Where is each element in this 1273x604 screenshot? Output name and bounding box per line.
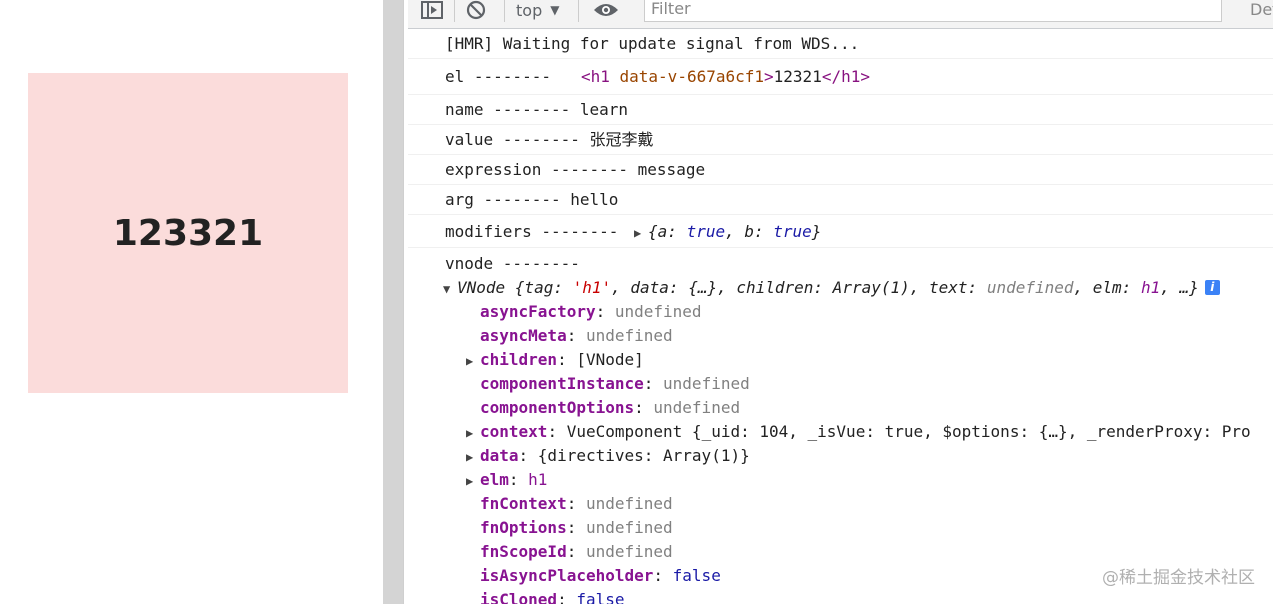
expand-triangle-icon[interactable]: ▶ xyxy=(466,469,480,493)
property-value: h1 xyxy=(528,470,548,489)
property-key: asyncFactory xyxy=(480,302,596,321)
devtools-panel: top ▼ Filter Defa [HMR] Waiting for upda… xyxy=(408,0,1273,604)
property-key: elm xyxy=(480,470,509,489)
property-value: undefined xyxy=(585,494,673,513)
console-toolbar: top ▼ Filter Defa xyxy=(408,0,1273,29)
property-value: VueComponent {_uid: 104, _isVue: true, $… xyxy=(566,422,1251,441)
modifiers-label: modifiers -------- xyxy=(445,222,619,241)
expand-triangle-icon[interactable]: ▶ xyxy=(634,217,648,250)
vnode-message: vnode -------- ▼ VNode {tag: 'h1', data: … xyxy=(408,248,1273,604)
property-key: fnContext xyxy=(480,494,567,513)
property-key: fnOptions xyxy=(480,518,567,537)
watermark: @稀土掘金技术社区 xyxy=(1102,568,1255,588)
console-message: modifiers -------- ▶ {a: true, b: true} xyxy=(408,215,1273,248)
context-selector[interactable]: top ▼ xyxy=(516,0,559,26)
expand-triangle-icon[interactable]: ▶ xyxy=(466,445,480,469)
property-value: undefined xyxy=(585,326,673,345)
property-key: context xyxy=(480,422,548,441)
page-heading: 123321 xyxy=(112,212,264,254)
panel-splitter[interactable] xyxy=(383,0,408,604)
vnode-property: asyncFactory: undefined xyxy=(480,302,702,321)
el-tag-open[interactable]: <h1 xyxy=(581,67,610,86)
clear-console-icon[interactable] xyxy=(464,0,488,26)
property-key: isCloned xyxy=(480,590,558,604)
vnode-property: fnScopeId: undefined xyxy=(480,542,673,561)
property-key: isAsyncPlaceholder xyxy=(480,566,654,585)
console-message: el -------- <h1 data-v-667a6cf1>12321</h1… xyxy=(408,59,1273,95)
property-value: {directives: Array(1)} xyxy=(537,446,750,465)
vnode-property[interactable]: ▶ elm: h1 xyxy=(445,468,1273,492)
property-value: undefined xyxy=(614,302,702,321)
arg-line: arg -------- hello xyxy=(445,190,619,209)
vnode-property: fnOptions: undefined xyxy=(480,518,673,537)
vnode-property: fnContext: undefined xyxy=(480,494,673,513)
vnode-property[interactable]: ▶ children: [VNode] xyxy=(445,348,1273,372)
vnode-property: asyncMeta: undefined xyxy=(480,326,673,345)
console-message: name -------- learn xyxy=(408,95,1273,125)
property-key: data xyxy=(480,446,519,465)
property-value: undefined xyxy=(653,398,741,417)
console-message: value -------- 张冠李戴 xyxy=(408,125,1273,155)
dropdown-arrow-icon: ▼ xyxy=(550,3,560,17)
log-levels-dropdown[interactable]: Defa xyxy=(1250,0,1273,22)
expression-line: expression -------- message xyxy=(445,160,706,179)
value-line: value -------- 张冠李戴 xyxy=(445,130,654,149)
directive-element-box: 123321 xyxy=(28,73,348,393)
console-messages: [HMR] Waiting for update signal from WDS… xyxy=(408,28,1273,604)
vnode-property: componentInstance: undefined xyxy=(480,374,750,393)
expand-triangle-icon[interactable]: ▶ xyxy=(466,349,480,373)
vnode-property[interactable]: ▶ context: VueComponent {_uid: 104, _isVu… xyxy=(445,420,1273,444)
filter-input[interactable]: Filter xyxy=(644,0,1222,22)
property-key: children xyxy=(480,350,558,369)
property-key: asyncMeta xyxy=(480,326,567,345)
vnode-property: componentOptions: undefined xyxy=(480,398,741,417)
hmr-message: [HMR] Waiting for update signal from WDS… xyxy=(445,34,860,53)
collapse-triangle-icon[interactable]: ▼ xyxy=(443,277,457,301)
el-content: 12321 xyxy=(773,67,822,86)
property-key: fnScopeId xyxy=(480,542,567,561)
vnode-label: vnode -------- xyxy=(445,254,580,273)
name-line: name -------- learn xyxy=(445,100,629,119)
vnode-properties: asyncFactory: undefined asyncMeta: undefi… xyxy=(445,300,1273,604)
property-value: false xyxy=(672,566,721,585)
console-message: [HMR] Waiting for update signal from WDS… xyxy=(408,28,1273,59)
modifiers-object[interactable]: {a: true, b: true} xyxy=(648,222,821,241)
vnode-property: isCloned: false xyxy=(445,588,1273,604)
page-preview: 123321 xyxy=(0,0,383,604)
property-key: componentOptions xyxy=(480,398,635,417)
eye-icon[interactable] xyxy=(592,0,620,26)
property-value: undefined xyxy=(663,374,750,393)
el-label: el -------- xyxy=(445,67,551,86)
property-value: undefined xyxy=(585,518,673,537)
vnode-summary[interactable]: ▼ VNode {tag: 'h1', data: {…}, children: … xyxy=(443,276,1273,300)
info-icon[interactable]: i xyxy=(1204,280,1220,295)
el-attribute[interactable]: data-v-667a6cf1 xyxy=(620,67,765,86)
expand-triangle-icon[interactable]: ▶ xyxy=(466,421,480,445)
context-label: top xyxy=(516,0,543,20)
property-key: componentInstance xyxy=(480,374,644,393)
el-tag-close: </h1> xyxy=(821,67,870,86)
console-message: expression -------- message xyxy=(408,155,1273,185)
console-message: arg -------- hello xyxy=(408,185,1273,215)
property-value: false xyxy=(576,590,625,604)
vnode-property[interactable]: ▶ data: {directives: Array(1)} xyxy=(445,444,1273,468)
sidebar-toggle-icon[interactable] xyxy=(420,0,444,26)
property-value: [VNode] xyxy=(576,350,644,369)
property-value: undefined xyxy=(585,542,673,561)
